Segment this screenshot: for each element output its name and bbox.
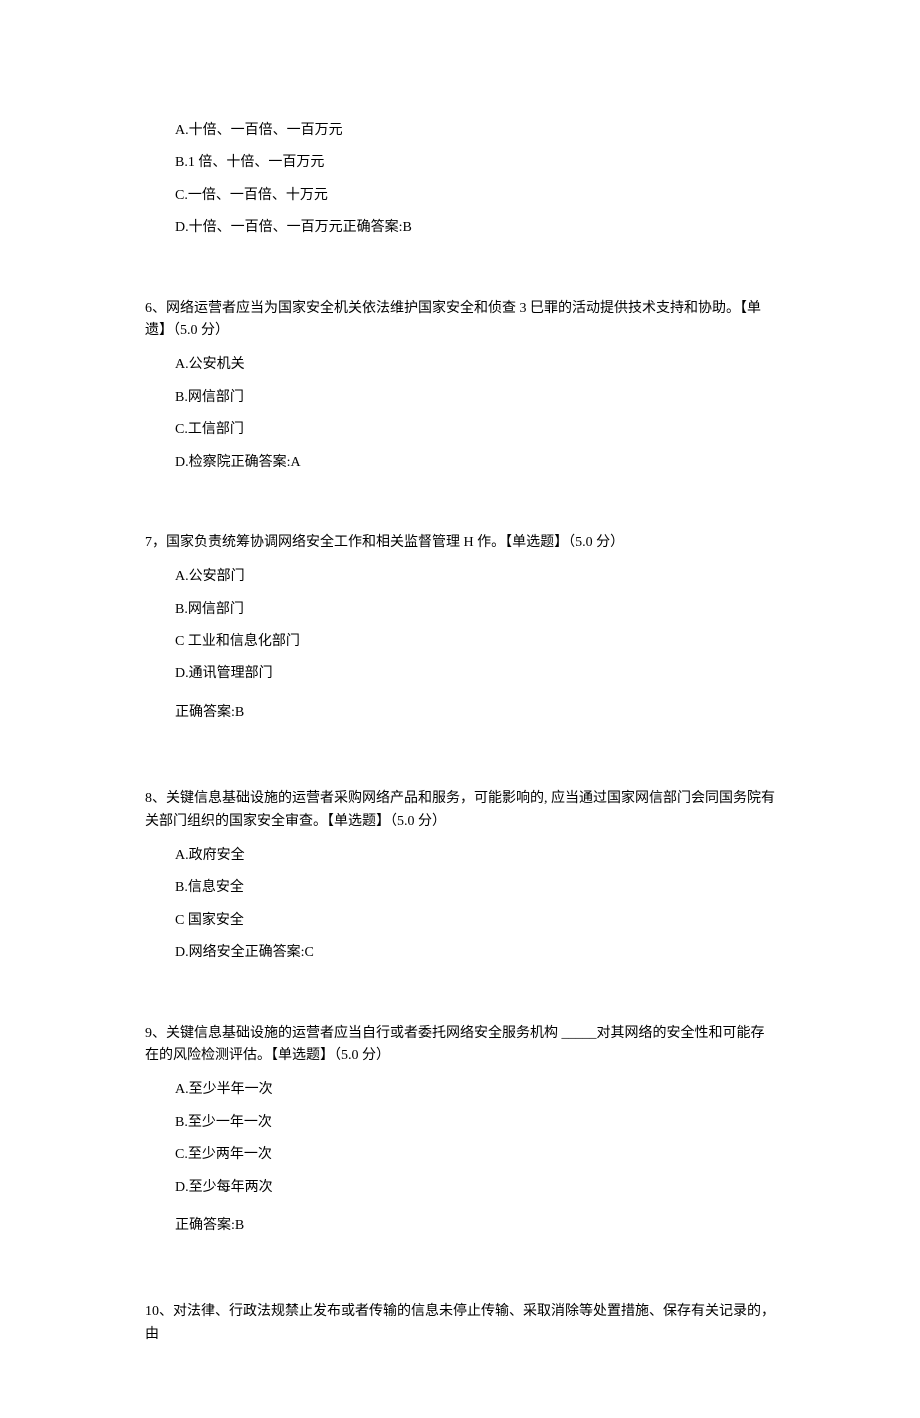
q8-option-b: B.信息安全 <box>175 877 775 899</box>
q5-option-d: D.十倍、一百倍、一百万元正确答案:B <box>175 217 775 239</box>
q10-stem: 10、对法律、行政法规禁止发布或者传输的信息未停止传输、采取消除等处置措施、保存… <box>145 1301 775 1346</box>
q8-stem: 8、关键信息基础设施的运营者采购网络产品和服务，可能影响的, 应当通过国家网信部… <box>145 788 775 833</box>
q8-option-d: D.网络安全正确答案:C <box>175 942 775 964</box>
q6-option-c: C.工信部门 <box>175 419 775 441</box>
q9-option-c: C.至少两年一次 <box>175 1144 775 1166</box>
q5-option-a: A.十倍、一百倍、一百万元 <box>175 120 775 142</box>
q5-option-b: B.1 倍、十倍、一百万元 <box>175 152 775 174</box>
q9-option-a: A.至少半年一次 <box>175 1079 775 1101</box>
q9-answer: 正确答案:B <box>175 1215 775 1237</box>
q6-option-d: D.检察院正确答案:A <box>175 452 775 474</box>
q9-stem: 9、关键信息基础设施的运营者应当自行或者委托网络安全服务机构 _____对其网络… <box>145 1023 775 1068</box>
q9-option-b: B.至少一年一次 <box>175 1112 775 1134</box>
q7-stem: 7，国家负责统筹协调网络安全工作和相关监督管理 H 作。【单选题】（5.0 分） <box>145 532 775 554</box>
q7-option-a: A.公安部门 <box>175 566 775 588</box>
q6-option-b: B.网信部门 <box>175 387 775 409</box>
q5-option-c: C.一倍、一百倍、十万元 <box>175 185 775 207</box>
q6-option-a: A.公安机关 <box>175 354 775 376</box>
q7-option-d: D.通讯管理部门 <box>175 663 775 685</box>
document-page: A.十倍、一百倍、一百万元 B.1 倍、十倍、一百万元 C.一倍、一百倍、十万元… <box>0 0 920 1418</box>
q7-answer: 正确答案:B <box>175 702 775 724</box>
q6-stem: 6、网络运营者应当为国家安全机关依法维护国家安全和侦查 3 巳罪的活动提供技术支… <box>145 298 775 343</box>
q9-option-d: D.至少每年两次 <box>175 1177 775 1199</box>
q7-option-c: C 工业和信息化部门 <box>175 631 775 653</box>
q8-option-c: C 国家安全 <box>175 910 775 932</box>
q8-option-a: A.政府安全 <box>175 845 775 867</box>
q7-option-b: B.网信部门 <box>175 599 775 621</box>
